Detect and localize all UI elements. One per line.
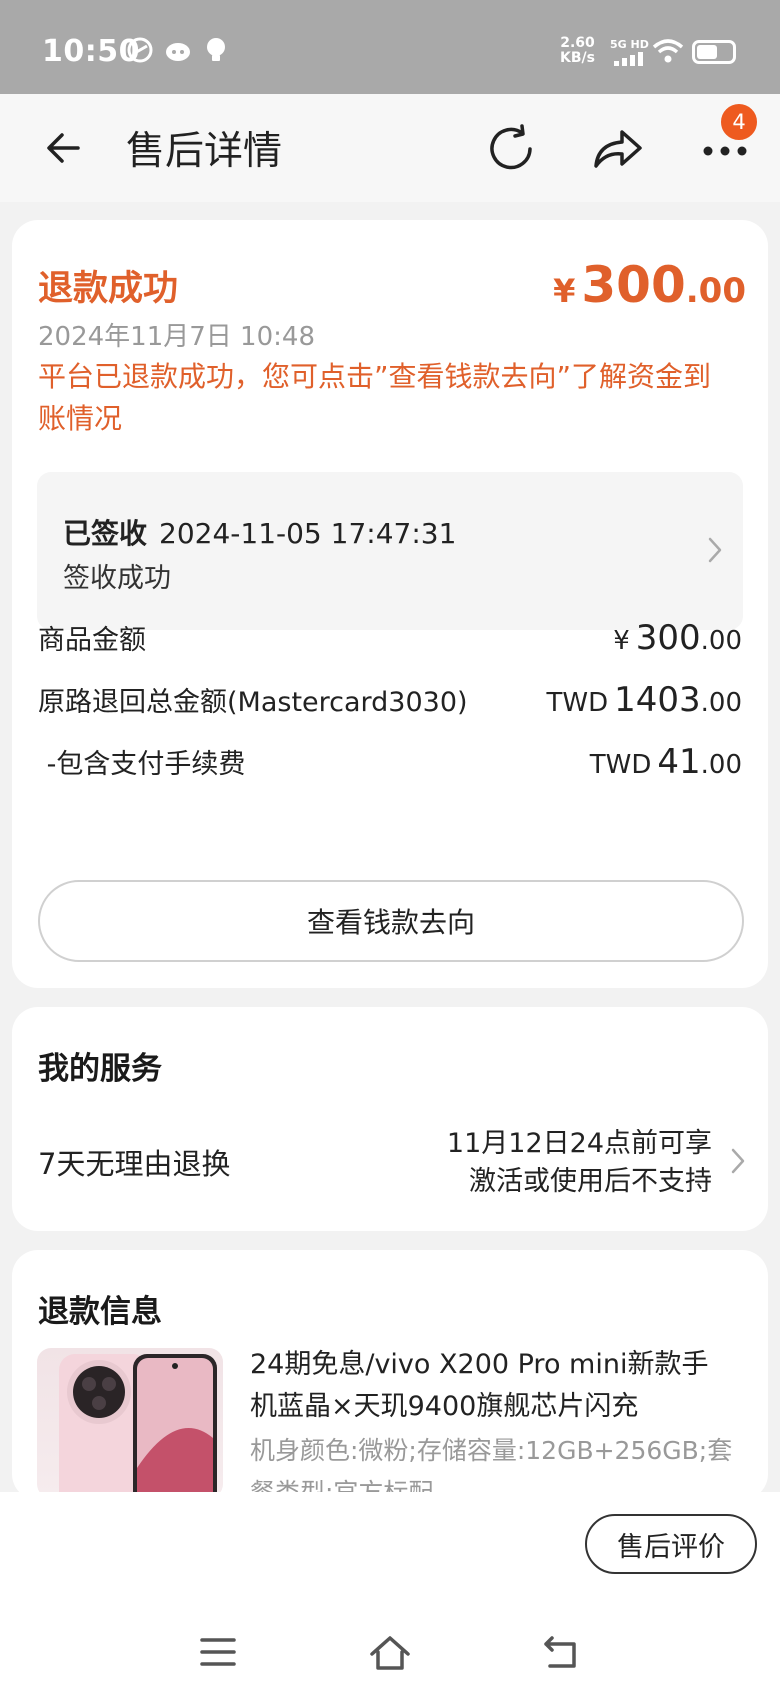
row-value: ¥300.00 [613, 618, 742, 658]
amount-row-fee: -包含支付手续费 TWD 41.00 [38, 742, 742, 782]
status-bar: 10:50 2.60 KB/s 5G HD [0, 0, 780, 94]
chevron-right-icon [708, 537, 722, 563]
refund-amount: ¥300.00 [553, 256, 746, 314]
home-icon[interactable] [368, 1632, 412, 1672]
tracking-detail: 签收成功 [63, 563, 171, 594]
bottom-action-bar: 售后评价 [0, 1492, 780, 1693]
row-label: 原路退回总金额(Mastercard3030) [38, 687, 468, 718]
app-notification-icon [126, 36, 154, 64]
product-image[interactable] [37, 1348, 223, 1498]
row-label: -包含支付手续费 [38, 749, 246, 780]
refund-status: 退款成功 [38, 269, 179, 309]
notification-icons [126, 36, 230, 64]
network-type: 5G HD [610, 38, 649, 51]
tracking-datetime: 2024-11-05 17:47:31 [159, 517, 457, 550]
product-title[interactable]: 24期免息/vivo X200 Pro mini新款手机蓝晶×天玑9400旗舰芯… [250, 1344, 730, 1428]
return-icon[interactable] [540, 1632, 584, 1672]
after-sale-review-button[interactable]: 售后评价 [585, 1514, 757, 1574]
battery-icon [692, 40, 736, 64]
row-value: TWD 41.00 [589, 742, 742, 782]
row-value: TWD 1403.00 [546, 680, 742, 720]
net-speed-unit: KB/s [560, 50, 595, 66]
page-title: 售后详情 [126, 129, 283, 174]
my-services-card: 我的服务 7天无理由退换 11月12日24点前可享 激活或使用后不支持 [12, 1007, 768, 1231]
amount-row-total-refund: 原路退回总金额(Mastercard3030) TWD 1403.00 [38, 680, 742, 720]
refund-info-title: 退款信息 [38, 1294, 162, 1330]
net-speed-value: 2.60 [560, 35, 595, 51]
service-item-label[interactable]: 7天无理由退换 [38, 1141, 230, 1183]
tracking-line: 已签收 2024-11-05 17:47:31 [63, 512, 456, 552]
notification-badge: 4 [719, 102, 759, 142]
refund-time: 2024年11月7日 10:48 [38, 322, 315, 352]
refund-description: 平台已退款成功，您可点击”查看钱款去向”了解资金到账情况 [38, 360, 712, 435]
cat-app-icon [164, 36, 192, 64]
menu-icon[interactable] [196, 1632, 240, 1672]
service-deadline: 11月12日24点前可享 [446, 1128, 712, 1159]
chevron-right-icon [731, 1148, 745, 1174]
row-label: 商品金额 [38, 625, 146, 656]
service-item-detail[interactable]: 11月12日24点前可享 激活或使用后不支持 [447, 1125, 712, 1201]
refresh-icon[interactable] [484, 122, 538, 176]
tracking-state: 已签收 [63, 517, 148, 550]
share-icon[interactable] [590, 122, 644, 176]
delivery-tracking[interactable]: 已签收 2024-11-05 17:47:31 签收成功 [37, 472, 743, 630]
amount-integer: 300 [581, 256, 686, 314]
services-title: 我的服务 [38, 1051, 162, 1087]
refund-info-card: 退款信息 24期免息/vivo X200 Pro mini新款手机蓝晶×天玑94… [12, 1250, 768, 1507]
back-arrow-icon[interactable] [42, 126, 86, 170]
service-condition: 激活或使用后不支持 [469, 1166, 712, 1197]
signal-icon [614, 52, 643, 66]
app-header: 售后详情 [0, 94, 780, 202]
amount-row-goods: 商品金额 ¥300.00 [38, 618, 742, 658]
amount-decimal: .00 [685, 271, 746, 311]
bulb-icon [202, 36, 230, 64]
currency-symbol: ¥ [553, 272, 576, 310]
view-money-flow-button[interactable]: 查看钱款去向 [38, 880, 744, 962]
net-speed: 2.60 KB/s [560, 36, 595, 66]
wifi-icon [652, 38, 684, 68]
refund-status-card: 退款成功 ¥300.00 2024年11月7日 10:48 平台已退款成功，您可… [12, 220, 768, 988]
